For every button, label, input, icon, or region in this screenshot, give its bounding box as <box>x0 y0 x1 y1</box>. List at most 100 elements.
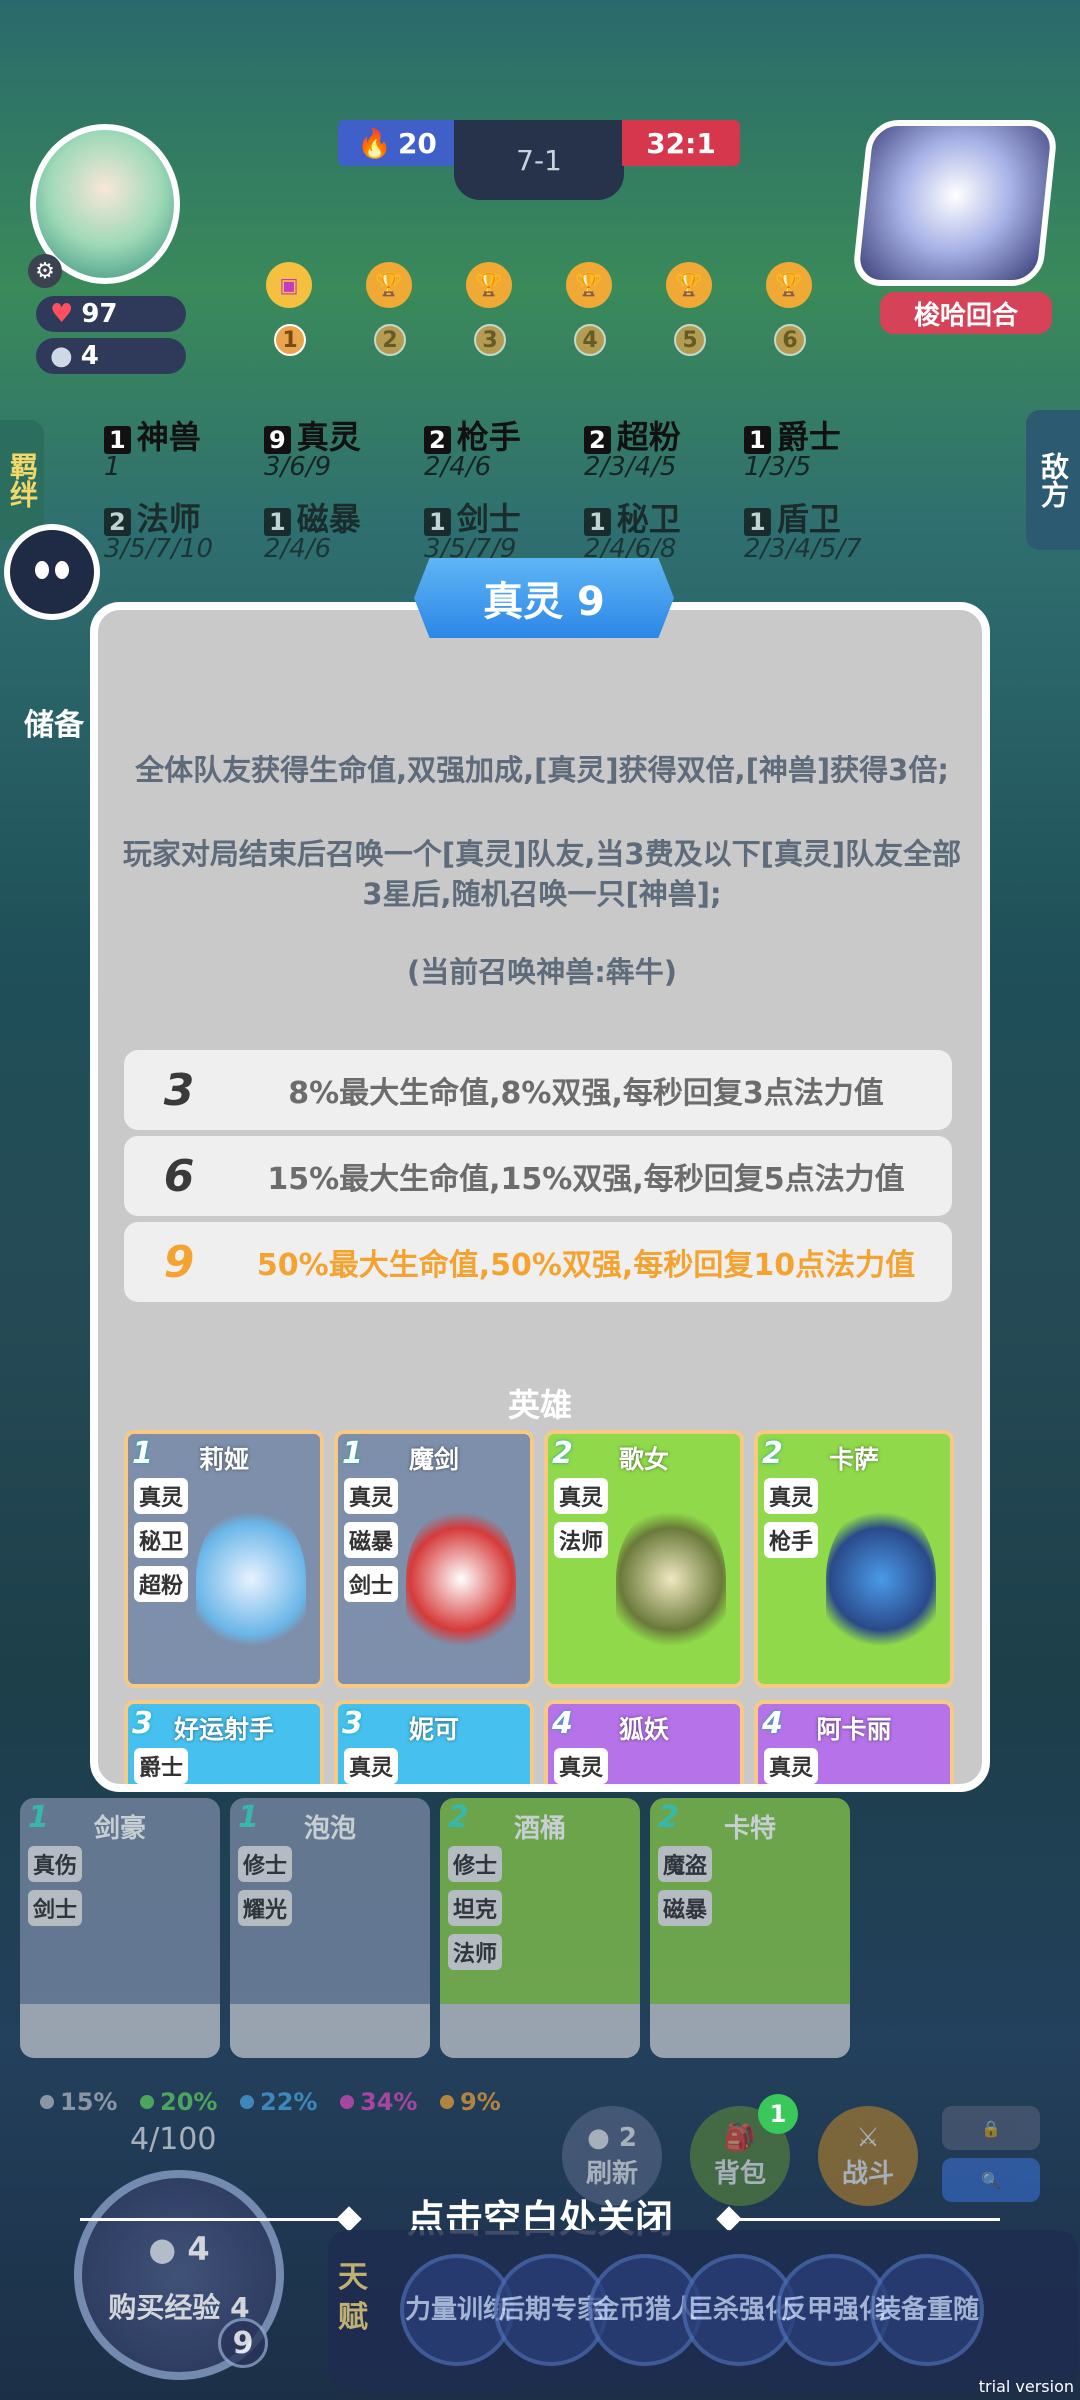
round-num: 6 <box>774 324 806 356</box>
hero-tag: 真灵 <box>554 1748 608 1784</box>
hero-tag: 真灵 <box>764 1748 818 1784</box>
trophy-icon: 🏆 <box>466 262 512 308</box>
dot-icon <box>440 2095 454 2109</box>
divider <box>730 2218 1000 2221</box>
hero-tag: 秘卫 <box>134 1522 188 1558</box>
shop-tag: 剑士 <box>28 1890 82 1926</box>
hero-tag: 剑士 <box>344 1566 398 1602</box>
shop-tag: 法师 <box>448 1934 502 1970</box>
synergy-tiers: 1/3/5 <box>744 452 812 482</box>
heart-icon: ♥ <box>50 299 74 329</box>
lock-icon[interactable]: 🔒 <box>942 2106 1040 2150</box>
synergy-tiers: 2/4/6 <box>424 452 492 482</box>
shop-tag: 磁暴 <box>658 1890 712 1926</box>
round-label: 7-1 <box>454 120 624 200</box>
shop-tag: 耀光 <box>238 1890 292 1926</box>
hero-sprite <box>616 1504 726 1654</box>
shop-card-footer <box>440 2004 640 2058</box>
bag-badge: 1 <box>758 2094 798 2134</box>
bag-icon: 🎒 <box>723 2122 757 2153</box>
hero-card[interactable]: 歌女 2 真灵 法师 <box>544 1430 744 1688</box>
round-num: 4 <box>574 324 606 356</box>
left-score: 🔥 20 <box>338 120 456 166</box>
hero-card[interactable]: 魔剑 1 真灵 磁暴 剑士 <box>334 1430 534 1688</box>
player-level: 9 <box>218 2318 268 2368</box>
hero-card[interactable]: 妮可 3 真灵 <box>334 1700 534 1784</box>
shop-tag: 真伤 <box>28 1846 82 1882</box>
hero-card[interactable]: 狐妖 4 真灵 <box>544 1700 744 1784</box>
player-hp: ♥ 97 <box>36 296 186 332</box>
hero-tag: 爵士 <box>134 1748 188 1784</box>
hero-tag: 真灵 <box>554 1478 608 1514</box>
synergy-tiers: 2/3/4/5 <box>584 452 677 482</box>
round-node-current-icon: ▣ <box>266 262 312 308</box>
coin-icon: ● 2 <box>587 2122 637 2153</box>
shop-card[interactable]: 剑豪 1 真伤 剑士 <box>20 1798 220 2058</box>
hero-tag: 超粉 <box>134 1566 188 1602</box>
shop-card[interactable]: 酒桶 2 修士 坦克 法师 <box>440 1798 640 2058</box>
dialog-desc-1: 全体队友获得生命值,双强加成,[真灵]获得双倍,[神兽]获得3倍; <box>135 753 949 787</box>
shop-tag: 魔盗 <box>658 1846 712 1882</box>
enemy-avatar[interactable] <box>851 120 1059 286</box>
hero-tag: 真灵 <box>344 1478 398 1514</box>
hero-tag: 磁暴 <box>344 1522 398 1558</box>
shop-tag: 坦克 <box>448 1890 502 1926</box>
hero-tag: 真灵 <box>764 1478 818 1514</box>
trial-label: trial version <box>978 2377 1074 2396</box>
synergy-tiers: 1 <box>104 452 121 482</box>
trophy-icon: 🏆 <box>366 262 412 308</box>
hero-card[interactable]: 阿卡丽 4 真灵 <box>754 1700 954 1784</box>
right-score: 32:1 <box>622 120 740 166</box>
tier-row: 6 15%最大生命值,15%双强,每秒回复5点法力值 <box>124 1136 952 1216</box>
synergy-tiers: 2/3/4/5/7 <box>744 534 862 564</box>
heroes-header: 英雄 <box>507 1386 572 1424</box>
synergy-tiers: 3/5/7/10 <box>104 534 213 564</box>
tab-synergies[interactable]: 羁绊 <box>0 420 44 540</box>
odds-cost-2: 20% <box>140 2088 217 2116</box>
round-num: 1 <box>274 324 306 356</box>
dot-icon <box>40 2095 54 2109</box>
hero-card[interactable]: 卡萨 2 真灵 枪手 <box>754 1430 954 1688</box>
player-coins: ● 4 <box>36 338 186 374</box>
odds-cost-5: 9% <box>440 2088 501 2116</box>
synergy-detail-dialog: 全体队友获得生命值,双强加成,[真灵]获得双倍,[神兽]获得3倍; 玩家对局结束… <box>90 602 990 1792</box>
storage-label[interactable]: 储备 <box>24 700 84 744</box>
shop-card-footer <box>230 2004 430 2058</box>
shop-card[interactable]: 卡特 2 魔盗 磁暴 <box>650 1798 850 2058</box>
odds-cost-4: 34% <box>340 2088 417 2116</box>
xp-progress: 4/100 <box>130 2122 217 2157</box>
odds-cost-3: 22% <box>240 2088 317 2116</box>
hero-tag: 枪手 <box>764 1522 818 1558</box>
hero-sprite <box>406 1504 516 1654</box>
assistant-bot-icon[interactable] <box>4 524 100 620</box>
talent-item[interactable]: 装备重随 <box>870 2254 984 2366</box>
gear-icon[interactable]: ⚙ <box>28 254 62 288</box>
dot-icon <box>240 2095 254 2109</box>
hero-card[interactable]: 莉娅 1 真灵 秘卫 超粉 <box>124 1430 324 1688</box>
shop-card-footer <box>20 2004 220 2058</box>
shop-tag: 修士 <box>238 1846 292 1882</box>
dialog-desc-3: (当前召唤神兽:犇牛) <box>406 955 678 989</box>
hero-tag: 真灵 <box>344 1748 398 1784</box>
round-num: 5 <box>674 324 706 356</box>
swords-icon: ⚔ <box>856 2122 880 2153</box>
dot-icon <box>140 2095 154 2109</box>
hero-sprite <box>826 1504 936 1654</box>
shop-card-footer <box>650 2004 850 2058</box>
dialog-title: 真灵 9 <box>414 558 674 638</box>
tab-enemy[interactable]: 敌方 <box>1026 410 1080 550</box>
hero-tag: 真灵 <box>134 1478 188 1514</box>
odds-cost-1: 15% <box>40 2088 117 2116</box>
trophy-icon: 🏆 <box>666 262 712 308</box>
synergy-tiers: 3/6/9 <box>264 452 332 482</box>
shop-card[interactable]: 泡泡 1 修士 耀光 <box>230 1798 430 2058</box>
tier-row: 3 8%最大生命值,8%双强,每秒回复3点法力值 <box>124 1050 952 1130</box>
coin-icon: ● <box>50 341 73 371</box>
trophy-icon: 🏆 <box>566 262 612 308</box>
talent-label: 天赋 <box>338 2260 368 2335</box>
dot-icon <box>340 2095 354 2109</box>
flame-icon: 🔥 <box>357 126 392 160</box>
enemy-name: 梭哈回合 <box>880 292 1052 334</box>
hero-card[interactable]: 好运射手 3 爵士 <box>124 1700 324 1784</box>
score-bar: 🔥 20 7-1 32:1 <box>338 120 740 200</box>
